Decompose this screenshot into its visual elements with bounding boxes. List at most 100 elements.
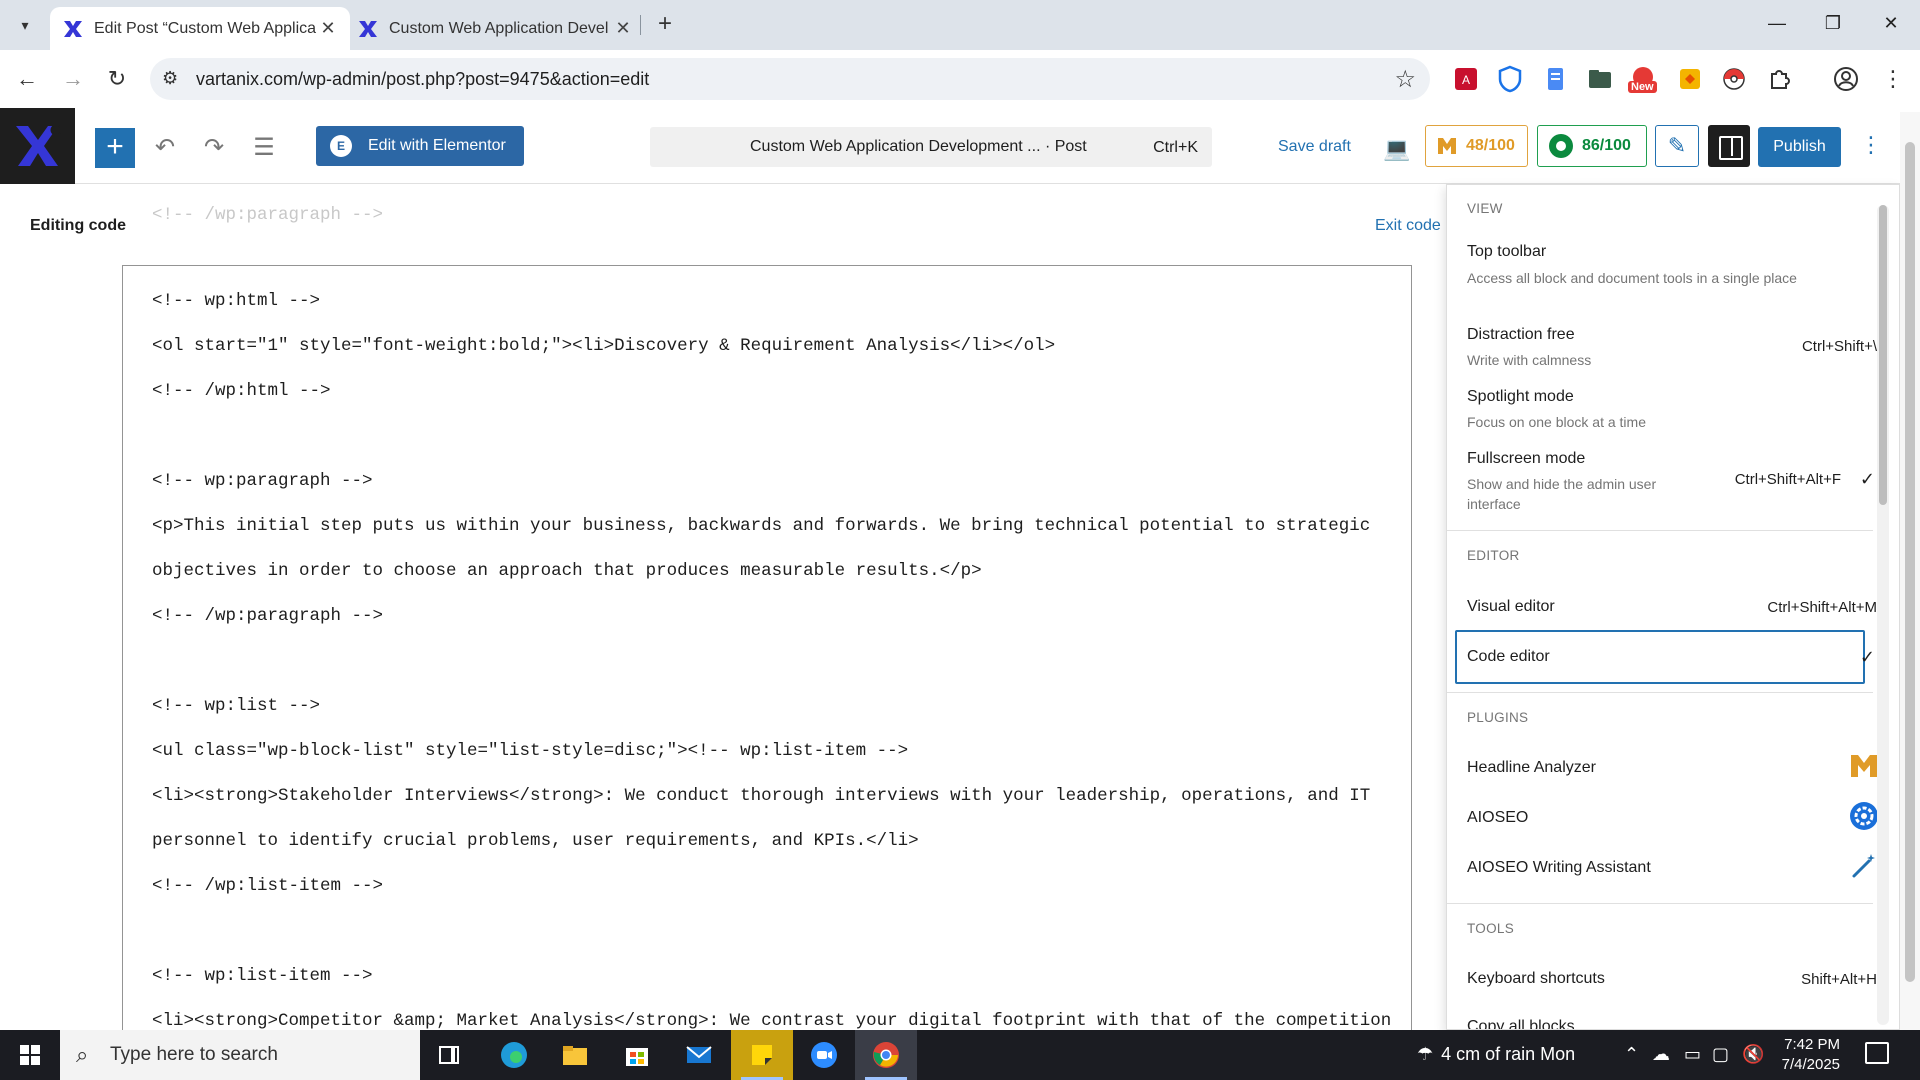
code-line: <!-- /wp:list-item --> (152, 876, 384, 896)
document-overview-icon[interactable]: ☰ (248, 132, 280, 164)
omnibox[interactable]: ⚙ vartanix.com/wp-admin/post.php?post=94… (150, 58, 1430, 100)
menu-item-label: AIOSEO (1467, 809, 1529, 826)
settings-sidebar-toggle-icon[interactable] (1708, 125, 1750, 167)
vartanix-logo-icon (15, 124, 61, 166)
editor-canvas: Editing code Exit code <!-- /wp:paragrap… (0, 185, 1450, 1030)
tab-separator (640, 15, 641, 35)
battery-icon[interactable]: ▭ (1684, 1044, 1701, 1065)
headline-analyzer-icon (1438, 138, 1456, 154)
folder-extension-icon[interactable] (1585, 64, 1615, 94)
add-block-button[interactable]: + (95, 128, 135, 168)
new-badge: New (1628, 81, 1657, 93)
browser-tab-custom-web-app[interactable]: Custom Web Application Devel ✕ (345, 7, 645, 50)
address-bar-row: ← → ↻ ⚙ vartanix.com/wp-admin/post.php?p… (0, 50, 1920, 108)
weather-widget[interactable]: ☂ 4 cm of rain Mon (1417, 1044, 1575, 1065)
mail-icon[interactable] (668, 1030, 730, 1080)
reload-icon[interactable]: ↻ (102, 64, 132, 94)
new-extension-icon[interactable]: New (1628, 64, 1658, 94)
notification-center-icon[interactable] (1865, 1042, 1889, 1064)
clock-time: 7:42 PM (1784, 1036, 1840, 1053)
network-icon[interactable]: ▢ (1712, 1044, 1729, 1065)
browser-menu-icon[interactable]: ⋮ (1878, 64, 1908, 94)
taskbar-search-box[interactable]: ⌕ Type here to search (60, 1030, 420, 1080)
windows-logo-icon (20, 1045, 40, 1065)
restore-icon[interactable]: ❐ (1808, 8, 1858, 38)
exit-code-editor-button[interactable]: Exit code (1375, 217, 1441, 235)
menu-item-desc: Focus on one block at a time (1467, 414, 1646, 430)
search-icon: ⌕ (76, 1042, 89, 1067)
minimize-icon[interactable]: — (1752, 8, 1802, 38)
undo-icon[interactable]: ↶ (149, 132, 181, 164)
headline-analyzer-icon (1851, 755, 1877, 777)
tab-search-chevron-icon[interactable]: ▾ (10, 10, 40, 40)
weather-text: 4 cm of rain Mon (1441, 1044, 1576, 1064)
task-view-icon[interactable] (418, 1030, 480, 1080)
menu-section-tools: TOOLS (1467, 921, 1515, 936)
preview-laptop-icon[interactable]: 💻 (1383, 136, 1410, 162)
headline-score: 48/100 (1466, 137, 1515, 154)
menu-divider (1447, 692, 1873, 693)
url-text[interactable]: vartanix.com/wp-admin/post.php?post=9475… (196, 69, 649, 90)
puzzle-extensions-icon[interactable] (1764, 64, 1794, 94)
shield-extension-icon[interactable] (1495, 64, 1525, 94)
code-line: personnel to identify crucial problems, … (152, 831, 919, 851)
profile-avatar-icon[interactable] (1831, 64, 1861, 94)
system-clock[interactable]: 7:42 PM 7/4/2025 (1760, 1035, 1840, 1075)
chrome-browser-icon[interactable] (855, 1030, 917, 1080)
site-info-icon[interactable]: ⚙ (162, 68, 178, 89)
checkmark-icon: ✓ (1859, 647, 1875, 667)
yellow-extension-icon[interactable] (1675, 64, 1705, 94)
publish-button[interactable]: Publish (1758, 127, 1841, 167)
editor-header: + ↶ ↷ ☰ E Edit with Elementor Custom Web… (0, 108, 1920, 184)
pdf-extension-icon[interactable]: A (1451, 64, 1481, 94)
headline-score-button[interactable]: 48/100 (1425, 125, 1528, 167)
menu-item-label: AIOSEO Writing Assistant (1467, 859, 1651, 876)
elementor-icon: E (330, 135, 352, 157)
redo-icon[interactable]: ↷ (198, 132, 230, 164)
edit-with-elementor-button[interactable]: E Edit with Elementor (316, 126, 524, 166)
taskbar-search-placeholder: Type here to search (110, 1044, 278, 1065)
browser-tab-edit-post[interactable]: Edit Post “Custom Web Applica ✕ (50, 7, 350, 50)
menu-item-label: Headline Analyzer (1467, 759, 1596, 776)
options-dropdown-menu: VIEW Top toolbar Access all block and do… (1446, 184, 1900, 1030)
writing-assistant-wand-icon[interactable]: ✎ (1655, 125, 1699, 167)
close-window-icon[interactable]: ✕ (1866, 8, 1916, 38)
menu-scroll-thumb[interactable] (1879, 205, 1887, 505)
edge-browser-icon[interactable] (483, 1030, 545, 1080)
code-textarea[interactable] (122, 265, 1412, 1030)
menu-item-desc: Access all block and document tools in a… (1467, 270, 1797, 286)
forward-arrow-icon[interactable]: → (58, 64, 88, 94)
tab-close-icon[interactable]: ✕ (613, 18, 633, 39)
file-explorer-icon[interactable] (544, 1030, 606, 1080)
code-line: <p>This initial step puts us within your… (152, 516, 1371, 536)
bookmark-star-icon[interactable]: ☆ (1394, 65, 1416, 94)
onedrive-cloud-icon[interactable]: ☁ (1652, 1044, 1670, 1065)
save-draft-button[interactable]: Save draft (1278, 138, 1351, 156)
menu-scrollbar[interactable] (1877, 205, 1889, 1025)
menu-item-label: Visual editor (1467, 598, 1555, 615)
page-scrollbar[interactable] (1900, 112, 1920, 1030)
menu-section-editor: EDITOR (1467, 548, 1520, 563)
page-scroll-thumb[interactable] (1905, 142, 1915, 982)
start-button[interactable] (0, 1030, 60, 1080)
aioseo-gear-icon (1850, 802, 1878, 830)
menu-item-label: Distraction free (1467, 326, 1575, 343)
command-palette-bar[interactable]: Custom Web Application Development ... ·… (650, 127, 1212, 167)
menu-item-label: Keyboard shortcuts (1467, 970, 1605, 987)
site-logo[interactable] (0, 108, 75, 184)
docs-extension-icon[interactable] (1540, 64, 1570, 94)
menu-divider (1447, 530, 1873, 531)
new-tab-plus-icon[interactable]: + (650, 10, 680, 40)
sticky-notes-icon[interactable] (731, 1030, 793, 1080)
seo-score-button[interactable]: 86/100 (1537, 125, 1647, 167)
back-arrow-icon[interactable]: ← (12, 64, 42, 94)
browser-tab-strip: ▾ Edit Post “Custom Web Applica ✕ Custom… (0, 0, 1920, 50)
show-hidden-icons-chevron-icon[interactable]: ⌃ (1624, 1044, 1639, 1065)
pokeball-extension-icon[interactable] (1719, 64, 1749, 94)
tab-close-icon[interactable]: ✕ (318, 18, 338, 39)
zoom-icon[interactable] (793, 1030, 855, 1080)
options-menu-icon[interactable]: ⋮ (1860, 132, 1882, 158)
windows-taskbar: ⌕ Type here to search ☂ 4 cm of rain Mon … (0, 1030, 1920, 1080)
menu-item-shortcut: Ctrl+Shift+Alt+M (1767, 599, 1877, 616)
microsoft-store-icon[interactable] (606, 1030, 668, 1080)
